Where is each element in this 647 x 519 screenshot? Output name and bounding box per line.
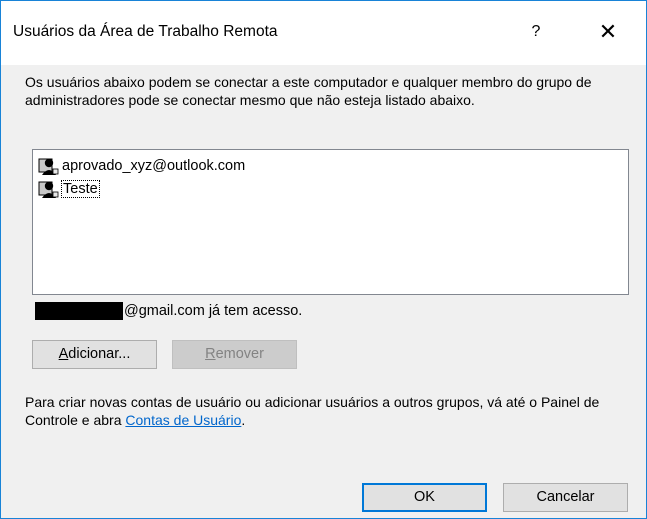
- user-name: aprovado_xyz@outlook.com: [62, 158, 246, 174]
- access-note-text: @gmail.com já tem acesso.: [124, 303, 303, 319]
- help-button[interactable]: ?: [516, 15, 556, 49]
- dialog-title: Usuários da Área de Trabalho Remota: [13, 23, 278, 40]
- remove-button-label: emover: [215, 346, 264, 362]
- users-listbox[interactable]: aprovado_xyz@outlook.com Teste: [32, 149, 629, 295]
- info-text-body: Para criar novas contas de usuário ou ad…: [25, 394, 600, 428]
- remove-button-mnemonic: R: [205, 346, 216, 362]
- user-accounts-link[interactable]: Contas de Usuário: [125, 412, 241, 428]
- add-button[interactable]: Adicionar...: [32, 340, 157, 369]
- add-button-label: dicionar...: [68, 346, 131, 362]
- user-icon: [38, 181, 59, 198]
- cancel-button[interactable]: Cancelar: [503, 483, 628, 512]
- info-text-suffix: .: [241, 412, 246, 428]
- user-icon: [38, 158, 59, 175]
- description-text: Os usuários abaixo podem se conectar a e…: [25, 74, 592, 108]
- remove-button[interactable]: Remover: [172, 340, 297, 369]
- user-name: Teste: [61, 180, 100, 198]
- title-bar: Usuários da Área de Trabalho Remota ? ✕: [1, 1, 646, 65]
- redacted-email-block: [35, 302, 123, 320]
- list-item[interactable]: Teste: [35, 179, 100, 199]
- add-button-mnemonic: A: [58, 346, 69, 362]
- ok-button[interactable]: OK: [362, 483, 487, 512]
- list-item[interactable]: aprovado_xyz@outlook.com: [35, 156, 246, 176]
- info-text: Para criar novas contas de usuário ou ad…: [25, 393, 625, 429]
- remote-desktop-users-dialog: Usuários da Área de Trabalho Remota ? ✕ …: [0, 0, 647, 519]
- access-note: @gmail.com já tem acesso.: [35, 302, 302, 320]
- close-button[interactable]: ✕: [585, 15, 631, 49]
